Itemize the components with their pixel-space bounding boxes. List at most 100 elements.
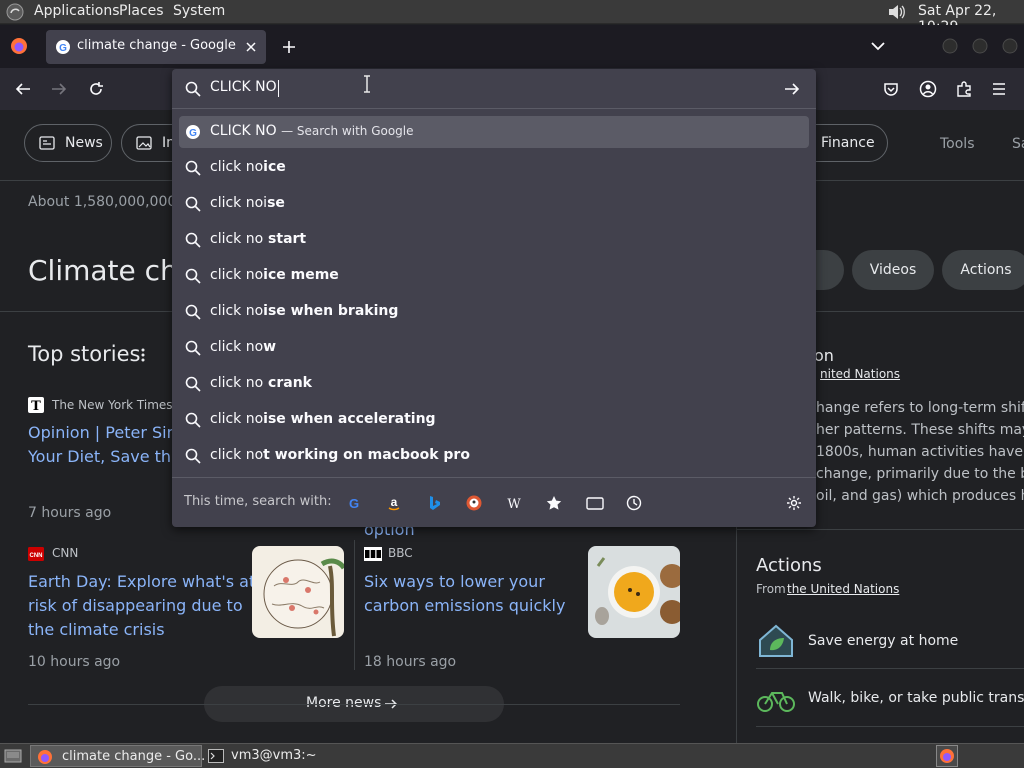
extensions-icon[interactable] [955, 80, 973, 98]
pill-videos[interactable]: Videos [852, 250, 934, 290]
applications-menu[interactable]: Applications [34, 3, 120, 19]
amazon-engine-icon[interactable]: a [386, 495, 402, 511]
search-icon [185, 412, 201, 428]
svg-text:W: W [507, 497, 521, 511]
tools-button[interactable]: Tools [940, 136, 975, 152]
suggestion-completion: ice [263, 159, 286, 175]
suggestion-item[interactable]: click noise [179, 188, 809, 220]
story-title-line[interactable]: Your Diet, Save the [28, 447, 181, 466]
list-all-tabs-icon[interactable] [868, 39, 888, 53]
bing-engine-icon[interactable] [426, 495, 442, 511]
svg-text:G: G [189, 128, 197, 139]
story-source: CNN [52, 546, 79, 560]
suggestion-typed: click no [210, 411, 264, 427]
close-tab-icon[interactable] [244, 40, 258, 54]
story-title-line[interactable]: carbon emissions quickly [364, 596, 565, 615]
suggestion-item[interactable]: click no start [179, 224, 809, 256]
account-icon[interactable] [919, 80, 937, 98]
suggestion-item[interactable]: click noise when braking [179, 296, 809, 328]
story-title-line[interactable]: the climate crisis [28, 620, 165, 639]
urlbar-input[interactable]: CLICK NO [210, 79, 277, 95]
search-icon [185, 268, 201, 284]
system-menu[interactable]: System [173, 3, 225, 19]
minimize-window-icon[interactable] [942, 38, 958, 54]
knowledge-source-link[interactable]: nited Nations [820, 367, 900, 381]
suggestion-item[interactable]: click noice [179, 152, 809, 184]
tab-climate-change[interactable]: G climate change - Google Se [46, 30, 266, 64]
google-engine-icon[interactable]: G [346, 495, 362, 511]
result-count: About 1,580,000,000 r [28, 194, 187, 210]
volume-icon[interactable] [886, 3, 908, 21]
suggestion-typed: click no [210, 447, 264, 463]
story-title-line[interactable]: risk of disappearing due to [28, 596, 243, 615]
divider [172, 477, 816, 478]
divider [28, 704, 680, 705]
search-icon [185, 232, 201, 248]
duckduckgo-engine-icon[interactable] [466, 495, 482, 511]
suggestion-completion: w [263, 339, 277, 355]
divider [736, 529, 1024, 530]
knowledge-body-line: hange refers to long-term shifts in [816, 400, 1024, 416]
maximize-window-icon[interactable] [972, 38, 988, 54]
workspace-switcher[interactable] [936, 745, 958, 767]
actions-source-link[interactable]: the United Nations [787, 582, 899, 596]
suggestion-item[interactable]: click noice meme [179, 260, 809, 292]
divider [172, 108, 816, 109]
suggestion-text: click noice meme [210, 267, 339, 283]
suggestion-text: click noise [210, 195, 285, 211]
action-item[interactable]: Save energy at home [808, 633, 958, 649]
more-options-icon[interactable] [140, 348, 146, 362]
forward-icon[interactable] [50, 80, 68, 98]
new-tab-icon[interactable] [280, 38, 298, 56]
search-with-label: This time, search with: [184, 494, 332, 509]
bookmarks-star-icon[interactable] [546, 495, 562, 511]
taskbar-firefox-window[interactable]: climate change - Go... [30, 745, 205, 767]
suggestion-text: click no crank [210, 375, 312, 391]
pill-actions[interactable]: Actions [942, 250, 1024, 290]
story-title-line[interactable]: Opinion | Peter Sing [28, 423, 187, 442]
suggestion-item[interactable]: click now [179, 332, 809, 364]
wikipedia-engine-icon[interactable]: W [506, 495, 522, 511]
suggestion-hint: — Search with Google [281, 124, 414, 138]
story-source: The New York Times [52, 398, 173, 412]
suggestion-item[interactable]: click noise when accelerating [179, 404, 809, 436]
firefox-menu-icon[interactable] [10, 37, 28, 55]
tabs-engine-icon[interactable] [586, 495, 604, 511]
story-time: 18 hours ago [364, 654, 457, 670]
suggestion-text: click noice [210, 159, 286, 175]
divider [756, 726, 1024, 727]
story-title-line[interactable]: Earth Day: Explore what's at [28, 572, 255, 591]
reload-icon[interactable] [87, 80, 105, 98]
search-icon [185, 340, 201, 356]
suggestion-search-with-google[interactable]: G CLICK NO — Search with Google [179, 116, 809, 148]
hamburger-menu-icon[interactable] [990, 80, 1008, 98]
back-icon[interactable] [14, 80, 32, 98]
suggestion-text: click not working on macbook pro [210, 447, 470, 463]
knowledge-body-line: 1800s, human activities have bee [816, 444, 1024, 460]
suggestion-text: CLICK NO — Search with Google [210, 123, 414, 139]
gnome-foot-icon[interactable] [6, 3, 24, 21]
chip-news[interactable]: News [24, 124, 112, 162]
search-icon [185, 160, 201, 176]
suggestion-text: click noise when braking [210, 303, 398, 319]
safesearch-button[interactable]: Sa [1012, 136, 1024, 152]
pocket-icon[interactable] [882, 80, 900, 98]
story-thumbnail-soup[interactable] [588, 546, 680, 638]
suggestion-completion: t working on macbook pro [263, 447, 470, 463]
taskbar-terminal-window[interactable]: vm3@vm3:~ [204, 745, 376, 767]
story-thumbnail-earth[interactable] [252, 546, 344, 638]
nyt-logo-icon: T [28, 397, 44, 413]
history-clock-icon[interactable] [626, 495, 642, 511]
story-title-line[interactable]: Six ways to lower your [364, 572, 545, 591]
suggestion-item[interactable]: click not working on macbook pro [179, 440, 809, 472]
suggestion-completion: ise when accelerating [263, 411, 436, 427]
go-arrow-icon[interactable] [784, 81, 800, 97]
places-menu[interactable]: Places [119, 3, 164, 19]
close-window-icon[interactable] [1002, 38, 1018, 54]
suggestion-item[interactable]: click no crank [179, 368, 809, 400]
divider [354, 540, 355, 670]
bicycle-icon [756, 684, 796, 714]
action-item[interactable]: Walk, bike, or take public transport [808, 690, 1024, 706]
search-settings-gear-icon[interactable] [786, 495, 802, 511]
show-desktop-icon[interactable] [4, 748, 22, 764]
